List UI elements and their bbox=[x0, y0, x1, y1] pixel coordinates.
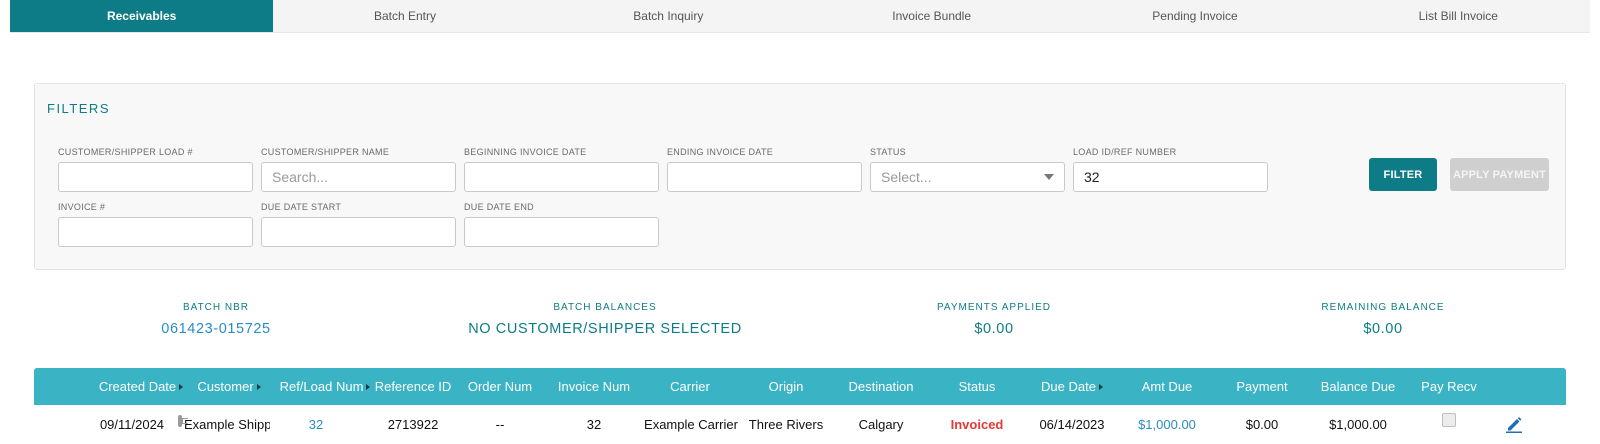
cell-due-date: 06/14/2023 bbox=[1039, 416, 1105, 432]
apply-payment-button[interactable]: APPLY PAYMENT bbox=[1450, 158, 1549, 191]
sort-icon bbox=[1098, 383, 1103, 390]
sort-icon bbox=[256, 383, 261, 390]
col-customer-label: Customer bbox=[197, 379, 254, 394]
table-header: Created Date Customer Ref/Load Num Refer… bbox=[34, 368, 1566, 405]
remaining-balance-summary: REMAINING BALANCE $0.00 bbox=[1283, 302, 1483, 337]
col-due-date[interactable]: Due Date bbox=[1022, 368, 1122, 405]
tab-invoice-bundle[interactable]: Invoice Bundle bbox=[800, 0, 1063, 32]
batch-balances-label: BATCH BALANCES bbox=[553, 302, 657, 313]
batch-balances-value: NO CUSTOMER/SHIPPER SELECTED bbox=[468, 321, 742, 337]
status-select-value: Select... bbox=[881, 169, 932, 185]
col-reference-id[interactable]: Reference ID bbox=[368, 368, 458, 405]
cell-pay-recv bbox=[1404, 406, 1494, 442]
table-row: 09/11/2024 Example Shipper 32 2713922 --… bbox=[34, 406, 1566, 442]
col-origin[interactable]: Origin bbox=[741, 368, 831, 405]
invoice-num-field: INVOICE # bbox=[58, 202, 253, 247]
end-invoice-date-input[interactable] bbox=[667, 162, 862, 192]
col-balance-due[interactable]: Balance Due bbox=[1308, 368, 1408, 405]
remaining-balance-value: $0.00 bbox=[1363, 321, 1403, 337]
filters-panel: FILTERS CUSTOMER/SHIPPER LOAD # CUSTOMER… bbox=[34, 83, 1566, 270]
status-select[interactable]: Select... bbox=[870, 162, 1065, 192]
col-status[interactable]: Status bbox=[932, 368, 1022, 405]
payments-applied-summary: PAYMENTS APPLIED $0.00 bbox=[894, 302, 1094, 337]
sort-icon bbox=[179, 383, 184, 390]
chevron-down-icon bbox=[1044, 174, 1054, 180]
cell-carrier: Example Carrier bbox=[644, 416, 738, 432]
cell-status: Invoiced bbox=[950, 416, 1004, 432]
cell-ref-load[interactable]: 32 bbox=[270, 406, 362, 442]
col-created-date-label: Created Date bbox=[98, 379, 177, 394]
customer-name-field: CUSTOMER/SHIPPER NAME bbox=[261, 147, 456, 192]
pay-recv-checkbox[interactable] bbox=[1442, 413, 1456, 427]
tab-list-bill-invoice[interactable]: List Bill Invoice bbox=[1327, 0, 1590, 32]
col-order-num[interactable]: Order Num bbox=[455, 368, 545, 405]
cell-destination: Calgary bbox=[858, 416, 904, 432]
due-start-label: DUE DATE START bbox=[261, 202, 342, 212]
cell-customer: Example Shipper bbox=[178, 406, 270, 442]
end-invoice-date-label: ENDING INVOICE DATE bbox=[667, 147, 774, 157]
tab-pending-invoice[interactable]: Pending Invoice bbox=[1063, 0, 1326, 32]
tab-batch-inquiry[interactable]: Batch Inquiry bbox=[537, 0, 800, 32]
load-id-label: LOAD ID/REF NUMBER bbox=[1073, 147, 1177, 157]
cell-reference-id: 2713922 bbox=[387, 416, 439, 432]
col-customer[interactable]: Customer bbox=[184, 368, 274, 405]
due-start-input[interactable] bbox=[261, 217, 456, 247]
customer-name-label: CUSTOMER/SHIPPER NAME bbox=[261, 147, 390, 157]
customer-load-input[interactable] bbox=[58, 162, 253, 192]
batch-nbr-label: BATCH NBR bbox=[182, 302, 250, 313]
customer-name-input[interactable] bbox=[261, 162, 456, 192]
cell-invoice-num: 32 bbox=[586, 416, 602, 432]
col-created-date[interactable]: Created Date bbox=[86, 368, 196, 405]
col-carrier[interactable]: Carrier bbox=[645, 368, 735, 405]
col-destination[interactable]: Destination bbox=[836, 368, 926, 405]
col-pay-recv[interactable]: Pay Recv bbox=[1404, 368, 1494, 405]
cell-created-date: 09/11/2024 bbox=[99, 416, 165, 432]
col-payment[interactable]: Payment bbox=[1217, 368, 1307, 405]
begin-invoice-date-label: BEGINNING INVOICE DATE bbox=[464, 147, 587, 157]
document-icon[interactable] bbox=[178, 415, 188, 427]
batch-nbr-summary: BATCH NBR 061423-015725 bbox=[116, 302, 316, 337]
status-field: STATUS Select... bbox=[870, 147, 1065, 192]
payments-applied-label: PAYMENTS APPLIED bbox=[937, 302, 1051, 313]
end-invoice-date-field: ENDING INVOICE DATE bbox=[667, 147, 862, 192]
due-end-field: DUE DATE END bbox=[464, 202, 659, 247]
tab-receivables[interactable]: Receivables bbox=[10, 0, 274, 32]
remaining-balance-label: REMAINING BALANCE bbox=[1321, 302, 1445, 313]
tab-bar: Receivables Batch Entry Batch Inquiry In… bbox=[10, 0, 1590, 33]
due-end-label: DUE DATE END bbox=[464, 202, 534, 212]
col-amt-due[interactable]: Amt Due bbox=[1122, 368, 1212, 405]
col-ref-load[interactable]: Ref/Load Num bbox=[270, 368, 380, 405]
cell-amt-due[interactable]: $1,000.00 bbox=[1122, 406, 1212, 442]
filter-button[interactable]: FILTER bbox=[1369, 158, 1437, 191]
col-ref-load-label: Ref/Load Num bbox=[279, 379, 364, 394]
begin-invoice-date-input[interactable] bbox=[464, 162, 659, 192]
customer-load-field: CUSTOMER/SHIPPER LOAD # bbox=[58, 147, 253, 192]
cell-origin: Three Rivers bbox=[748, 416, 824, 432]
due-end-input[interactable] bbox=[464, 217, 659, 247]
cell-payment: $0.00 bbox=[1245, 416, 1279, 432]
filters-title: FILTERS bbox=[47, 101, 110, 116]
batch-balances-summary: BATCH BALANCES NO CUSTOMER/SHIPPER SELEC… bbox=[455, 302, 755, 337]
due-start-field: DUE DATE START bbox=[261, 202, 456, 247]
tab-batch-entry[interactable]: Batch Entry bbox=[273, 0, 536, 32]
customer-load-label: CUSTOMER/SHIPPER LOAD # bbox=[58, 147, 193, 157]
begin-invoice-date-field: BEGINNING INVOICE DATE bbox=[464, 147, 659, 192]
col-due-date-label: Due Date bbox=[1041, 379, 1096, 394]
status-label: STATUS bbox=[870, 147, 906, 157]
load-id-field: LOAD ID/REF NUMBER bbox=[1073, 147, 1268, 192]
cell-customer-name: Example Shipper bbox=[184, 416, 270, 432]
load-id-input[interactable] bbox=[1073, 162, 1268, 192]
payments-applied-value: $0.00 bbox=[974, 321, 1014, 337]
invoice-num-label: INVOICE # bbox=[58, 202, 106, 212]
cell-balance-due: $1,000.00 bbox=[1329, 416, 1387, 432]
batch-nbr-value[interactable]: 061423-015725 bbox=[116, 321, 316, 337]
col-invoice-num[interactable]: Invoice Num bbox=[549, 368, 639, 405]
cell-order-num: -- bbox=[495, 416, 505, 432]
pencil-icon[interactable] bbox=[1489, 406, 1539, 442]
invoice-num-input[interactable] bbox=[58, 217, 253, 247]
